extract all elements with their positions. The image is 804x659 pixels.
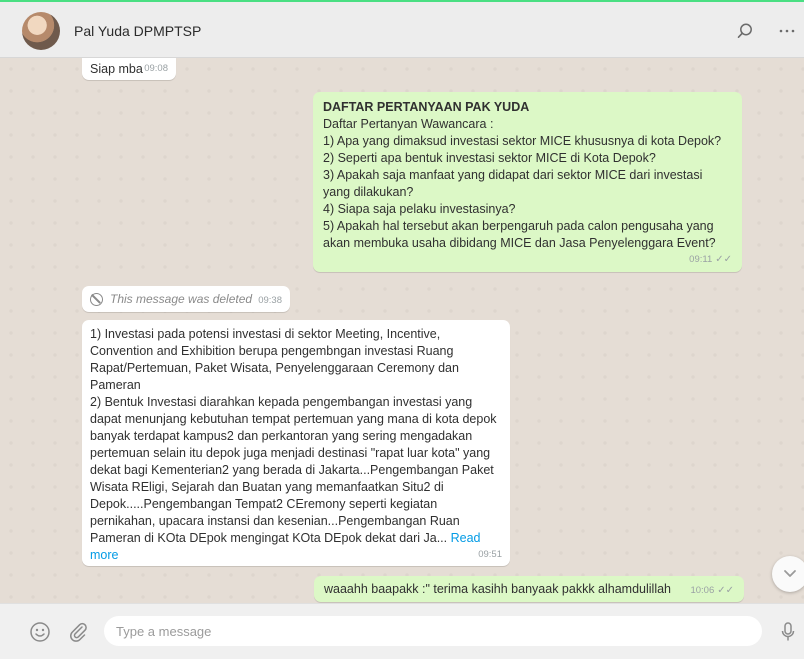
message-title: DAFTAR PERTANYAAN PAK YUDA	[323, 100, 530, 114]
message-line: 4) Siapa saja pelaku investasinya?	[323, 202, 516, 216]
emoji-icon[interactable]	[28, 620, 52, 644]
search-icon[interactable]	[734, 20, 756, 42]
message-time: 09:38	[258, 295, 282, 306]
message-time: 10:06	[690, 585, 715, 596]
message-time: 09:51	[478, 549, 502, 560]
message-line: 1) Apa yang dimaksud investasi sektor MI…	[323, 134, 722, 148]
message-text: waaahh baapakk :" terima kasihh banyaak …	[324, 582, 672, 596]
scroll-down-button[interactable]	[772, 556, 804, 592]
message-bubble[interactable]: waaahh baapakk :" terima kasihh banyaak …	[314, 576, 744, 602]
contact-name[interactable]: Pal Yuda DPMPTSP	[74, 23, 201, 39]
read-receipt-icon: ✓✓	[717, 585, 734, 596]
deleted-icon	[90, 292, 103, 306]
message-bubble[interactable]: Siap mba 09:08	[82, 58, 176, 80]
composer-bar	[0, 603, 804, 659]
message-input[interactable]	[116, 623, 750, 639]
message-line: 3) Apakah saja manfaat yang didapat dari…	[323, 168, 703, 199]
message-bubble[interactable]: 1) Investasi pada potensi investasi di s…	[82, 320, 510, 566]
message-line: 2) Bentuk Investasi diarahkan kepada pen…	[90, 394, 502, 564]
message-list[interactable]: Siap mba 09:08 DAFTAR PERTANYAAN PAK YUD…	[0, 58, 804, 603]
more-icon[interactable]	[776, 20, 798, 42]
message-input-box[interactable]	[104, 616, 762, 646]
message-meta: 10:06 ✓✓	[690, 582, 734, 599]
message-line: Daftar Pertanyan Wawancara :	[323, 117, 494, 131]
deleted-message-text: This message was deleted	[110, 291, 253, 306]
message-meta: 09:11 ✓✓	[689, 251, 732, 268]
chevron-down-icon	[783, 565, 797, 583]
whatsapp-window: Pal Yuda DPMPTSP Siap mba 09:08 DAFTAR P…	[0, 0, 804, 659]
attach-icon[interactable]	[66, 620, 90, 644]
message-time: 09:11	[689, 254, 713, 265]
deleted-message-bubble[interactable]: This message was deleted 09:38	[82, 286, 290, 312]
message-line: 5) Apakah hal tersebut akan berpengaruh …	[323, 219, 716, 250]
mic-icon[interactable]	[776, 620, 800, 644]
message-time: 09:08	[144, 63, 168, 74]
chat-header: Pal Yuda DPMPTSP	[0, 0, 804, 58]
avatar[interactable]	[22, 12, 60, 50]
message-bubble[interactable]: DAFTAR PERTANYAAN PAK YUDA Daftar Pertan…	[313, 92, 742, 272]
message-text: Siap mba	[90, 62, 143, 76]
read-receipt-icon: ✓✓	[715, 254, 732, 265]
message-line: 1) Investasi pada potensi investasi di s…	[90, 327, 459, 392]
message-text: 2) Bentuk Investasi diarahkan kepada pen…	[90, 395, 497, 545]
message-line: 2) Seperti apa bentuk investasi sektor M…	[323, 151, 656, 165]
